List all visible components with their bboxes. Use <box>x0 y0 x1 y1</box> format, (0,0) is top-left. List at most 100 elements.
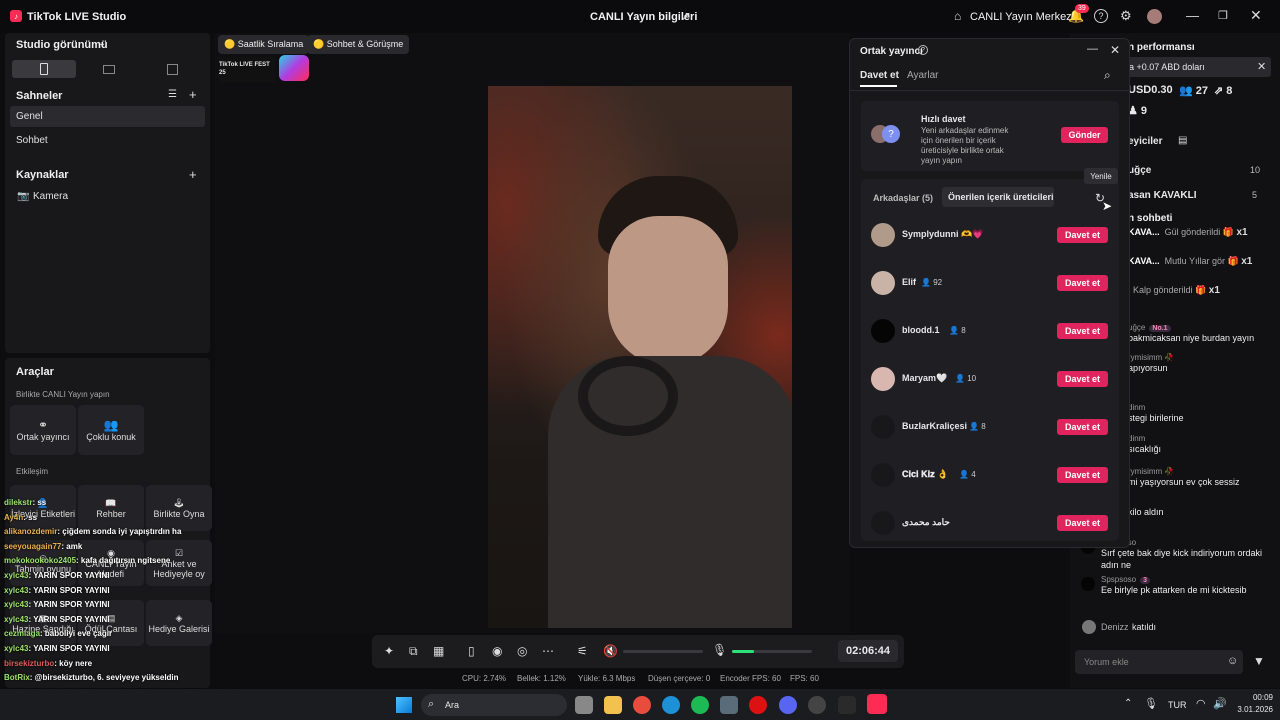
tab-invite[interactable]: Davet et <box>860 70 899 81</box>
camera-switch-icon[interactable]: ◎ <box>517 644 527 658</box>
tiktok-studio-icon[interactable] <box>867 694 887 714</box>
file-explorer-icon[interactable] <box>604 696 622 714</box>
chevron-down-icon[interactable]: ⌄ <box>98 38 106 49</box>
invite-button[interactable]: Davet et <box>1057 371 1108 387</box>
phone-icon[interactable]: ▯ <box>468 644 475 658</box>
invite-button[interactable]: Davet et <box>1057 467 1108 483</box>
filter-icon[interactable]: ▼ <box>1253 654 1265 668</box>
help-icon[interactable]: ? <box>918 45 928 55</box>
source-item-camera[interactable]: Kamera <box>33 191 68 202</box>
task-view-icon[interactable] <box>575 696 593 714</box>
emoji-icon[interactable]: ☺ <box>1227 655 1238 667</box>
upload-stat: Yükle: 6.3 Mbps <box>578 674 636 683</box>
overlay-chat-user: BotRix <box>4 673 30 683</box>
add-scene-icon[interactable]: + <box>189 87 197 102</box>
live-center-link[interactable]: CANLI Yayın Merkezi <box>970 11 1074 23</box>
help-icon[interactable]: ? <box>1094 9 1108 23</box>
opera-icon[interactable] <box>749 696 767 714</box>
scene-item-genel[interactable]: Genel <box>10 106 205 127</box>
effects-icon[interactable]: ⧉ <box>409 644 418 659</box>
chat-text: Sırf çete bak diye kick indiriyorum orda… <box>1101 548 1263 570</box>
hourly-ranking-pill[interactable]: 🟡 Saatlik Sıralama <box>218 35 310 54</box>
chevron-up-icon[interactable]: ⌃ <box>1124 698 1132 709</box>
chat-meeting-pill[interactable]: 🟡 Sohbet & Görüşme <box>307 35 410 54</box>
obs-icon[interactable] <box>808 696 826 714</box>
edge-icon[interactable] <box>662 696 680 714</box>
comment-input[interactable]: Yorum ekle ☺ <box>1075 650 1243 674</box>
tab-suggested[interactable]: Önerilen içerik üreticileri <box>942 187 1054 207</box>
search-icon[interactable]: ⌕ <box>1104 68 1111 83</box>
overlay-chat: dilekstr: ss Ay4n: ss alikanozdemir: çiğde… <box>4 498 294 711</box>
clock-date[interactable]: 3.01.2026 <box>1228 705 1273 714</box>
portrait-view-button[interactable] <box>12 60 76 78</box>
record-icon[interactable]: ◉ <box>492 644 502 658</box>
home-icon[interactable]: ⌂ <box>954 9 961 23</box>
list-icon[interactable]: ▤ <box>1178 135 1187 146</box>
list-icon[interactable]: ☰ <box>168 89 177 100</box>
language-indicator[interactable]: TUR <box>1168 700 1187 710</box>
creator-name: حامد محمدی <box>902 517 950 527</box>
close-icon[interactable]: ✕ <box>1110 43 1120 57</box>
send-button[interactable]: Gönder <box>1061 127 1108 143</box>
gear-icon[interactable]: ⚙ <box>1120 8 1132 24</box>
tab-suggested-label: Önerilen içerik üreticileri <box>948 192 1054 202</box>
windows-start-icon[interactable] <box>396 697 412 713</box>
minimize-icon[interactable]: — <box>1087 43 1098 55</box>
rank-badge: 3 <box>1140 577 1151 584</box>
studio-view-dropdown[interactable]: Studio görünümü <box>16 39 108 51</box>
viewers-tab[interactable]: eyiciler <box>1128 136 1162 147</box>
invite-button[interactable]: Davet et <box>1057 323 1108 339</box>
close-icon[interactable]: ✕ <box>1250 7 1262 24</box>
taskbar-search[interactable]: ⌕ Ara <box>421 694 567 716</box>
question-avatar-icon: ? <box>882 125 900 143</box>
invite-button[interactable]: Davet et <box>1057 515 1108 531</box>
creator-count-value: 8 <box>981 422 986 431</box>
chat-message: kilo aldın <box>1128 506 1274 518</box>
spotify-icon[interactable] <box>691 696 709 714</box>
earnings-banner-text: a +0.07 ABD doları <box>1129 62 1205 72</box>
add-source-icon[interactable]: + <box>189 167 197 182</box>
avatar[interactable] <box>1147 9 1162 24</box>
maximize-icon[interactable]: ❐ <box>1218 9 1228 22</box>
microphone-icon[interactable]: 🎙 <box>1144 697 1158 710</box>
chat-text: sıcaklığı <box>1128 444 1162 454</box>
volume-icon[interactable]: 🔊 <box>1213 697 1227 710</box>
scene-item-sohbet[interactable]: Sohbet <box>16 135 48 146</box>
creator-follower-count: 👤 8 <box>949 326 966 335</box>
overlay-chat-text: : YARIN SPOR YAYINI <box>28 644 110 653</box>
creator-name: Maryam🤍 <box>902 373 948 383</box>
clock-time[interactable]: 00:09 <box>1233 693 1273 702</box>
close-icon[interactable]: ✕ <box>1257 60 1266 73</box>
gift-icon: 🎁 <box>1220 227 1237 237</box>
speaker-muted-icon[interactable]: 🔇 <box>603 644 618 658</box>
speaker-volume-slider[interactable] <box>623 650 703 653</box>
steam-icon[interactable] <box>720 696 738 714</box>
chrome-icon[interactable] <box>633 696 651 714</box>
dual-view-icon[interactable] <box>167 64 178 75</box>
minimize-icon[interactable]: — <box>1186 8 1199 23</box>
invite-button[interactable]: Davet et <box>1057 419 1108 435</box>
overlay-chat-text: : ss <box>23 512 38 522</box>
gift-text: Kalp gönderildi <box>1133 285 1193 295</box>
more-icon[interactable]: ⋯ <box>542 644 554 658</box>
mic-volume-slider[interactable] <box>732 650 812 653</box>
scene-label: Genel <box>16 111 43 122</box>
microphone-icon[interactable]: 🎙 <box>712 643 727 657</box>
landscape-view-icon[interactable] <box>103 65 115 74</box>
user-icon: 👤 <box>921 278 934 287</box>
layout-icon[interactable]: ▦ <box>433 644 444 658</box>
cohost-tool-button[interactable]: ⚭ Ortak yayıncı <box>10 405 76 455</box>
app-icon[interactable] <box>838 696 856 714</box>
tab-friends[interactable]: Arkadaşlar (5) <box>873 193 933 203</box>
share-icon[interactable]: ↗ <box>681 9 691 23</box>
creator-row: BuzlarKraliçesi 👤 8 Davet et <box>861 411 1119 451</box>
magic-wand-icon[interactable]: ✦ <box>384 644 394 658</box>
discord-icon[interactable] <box>779 696 797 714</box>
tab-settings[interactable]: Ayarlar <box>907 70 939 81</box>
wifi-icon[interactable]: ◠ <box>1196 697 1206 710</box>
sliders-icon[interactable]: ⚟ <box>577 644 588 658</box>
invite-button[interactable]: Davet et <box>1057 275 1108 291</box>
multi-guest-tool-button[interactable]: 👥 Çoklu konuk <box>78 405 144 455</box>
invite-button[interactable]: Davet et <box>1057 227 1108 243</box>
overlay-chat-line: xylc43: YARIN SPOR YAYINI <box>4 600 110 609</box>
